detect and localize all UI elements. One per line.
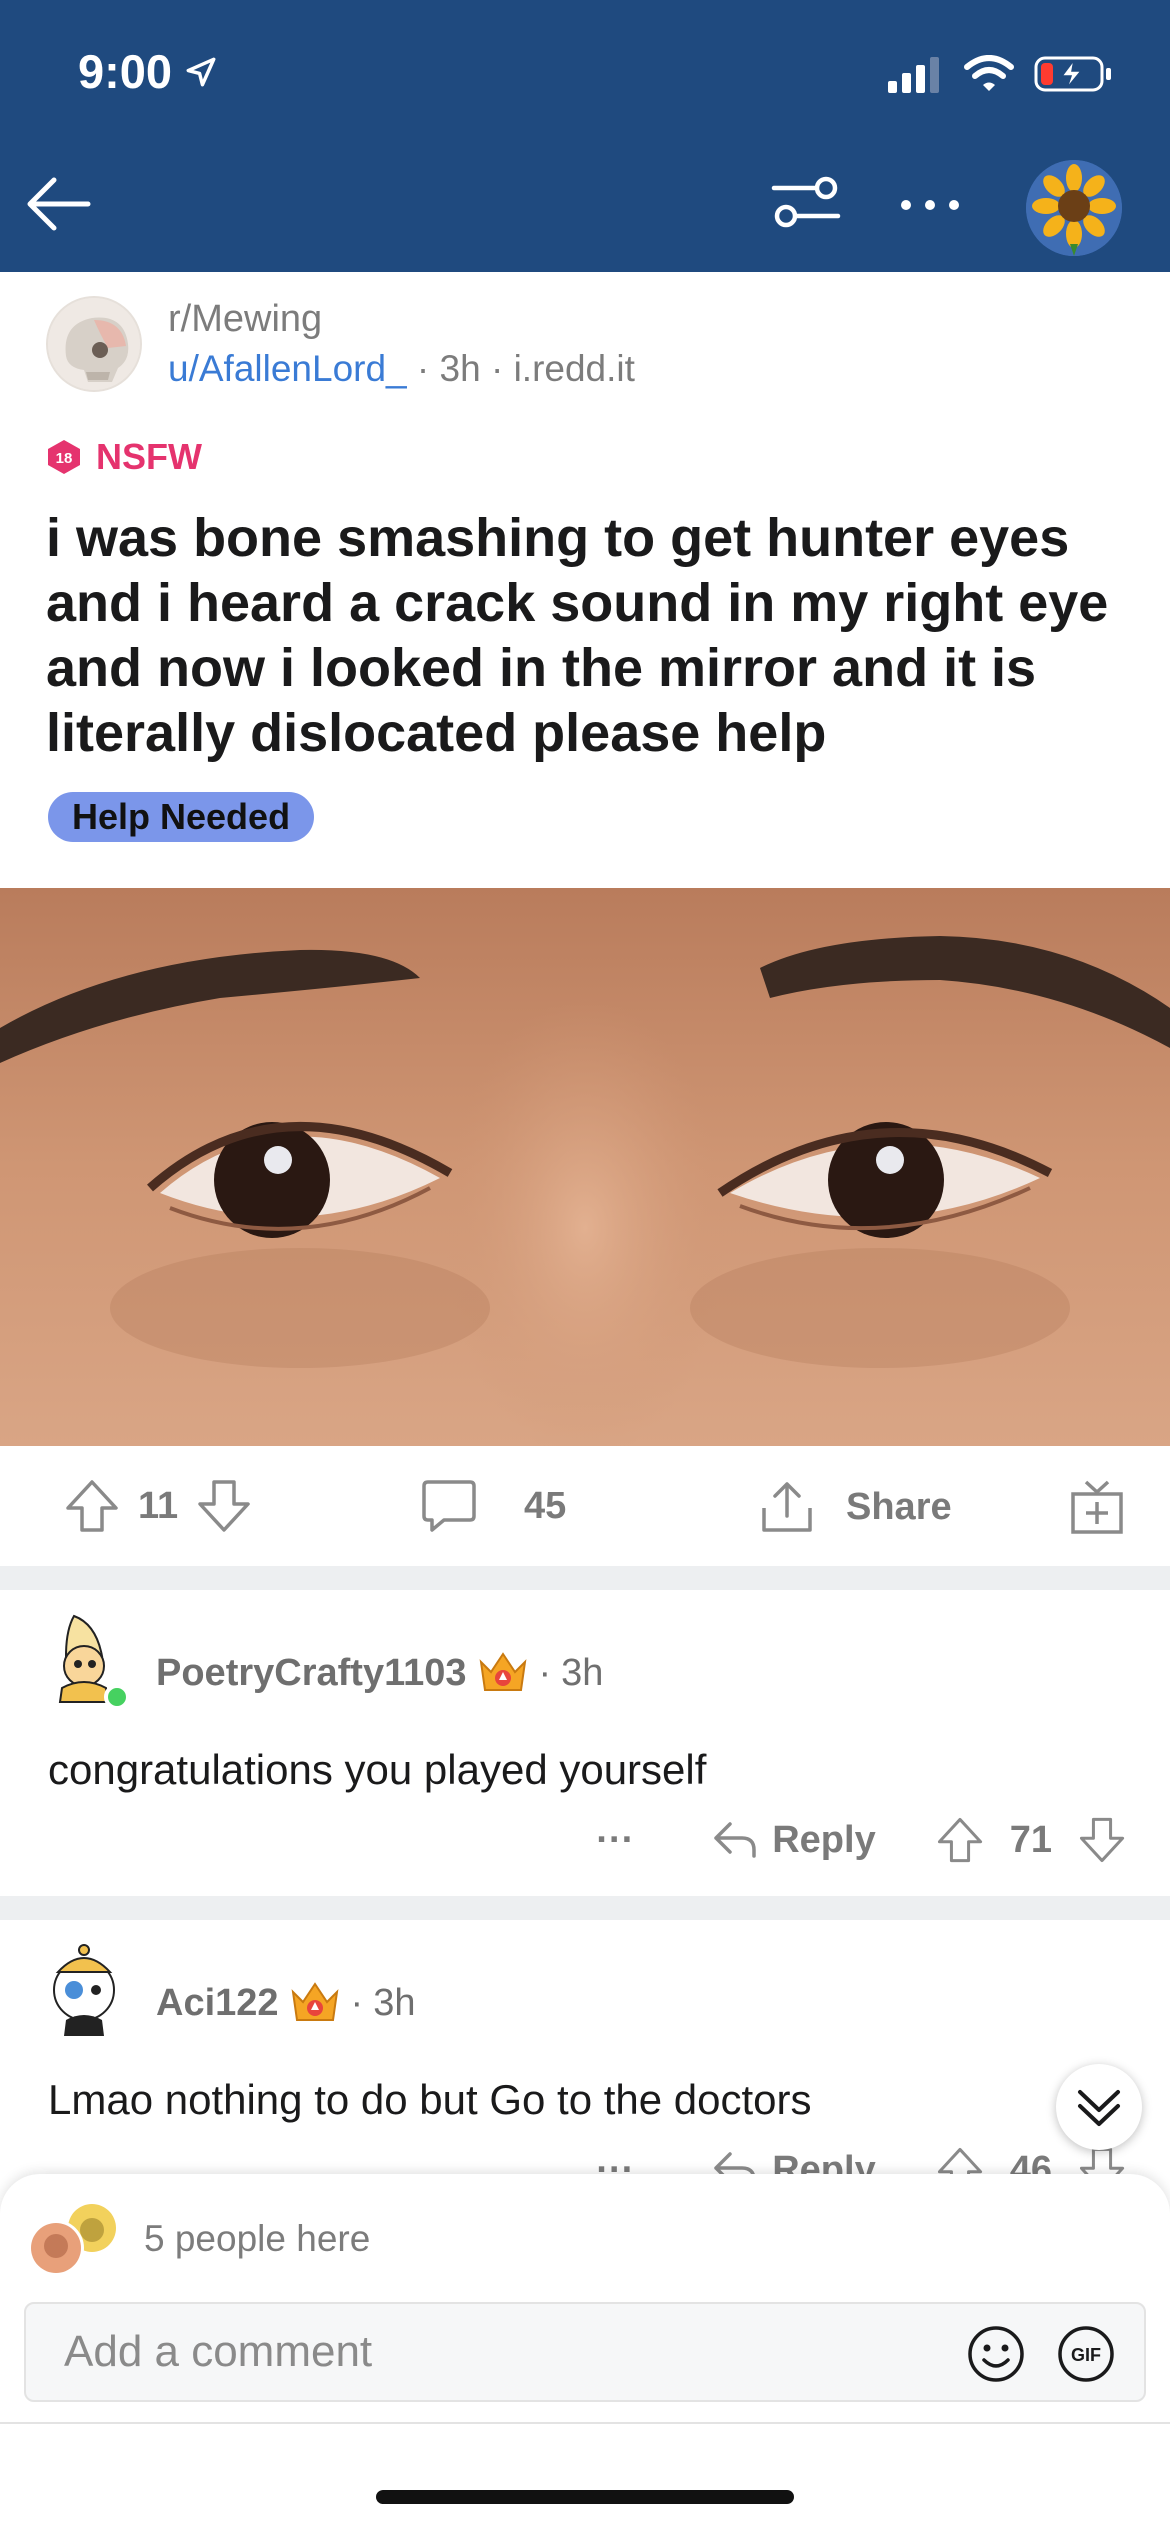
post-domain[interactable]: i.redd.it (514, 348, 635, 389)
post-image[interactable] (0, 888, 1170, 1446)
comment-actions: ··· Reply 71 (596, 1816, 1126, 1864)
svg-text:18: 18 (56, 450, 73, 467)
reply-icon (714, 1822, 756, 1858)
comment-username[interactable]: PoetryCrafty1103 (156, 1652, 467, 1695)
commenter-avatar[interactable] (36, 1940, 132, 2036)
post-meta: u/AfallenLord_ · 3h · i.redd.it (168, 348, 635, 390)
comment-count: 45 (524, 1484, 567, 1527)
nsfw-tag: 18 NSFW (46, 436, 202, 478)
emoji-icon[interactable] (966, 2324, 1026, 2384)
status-bar-time: 9:00 (78, 44, 218, 99)
comment-body: Lmao nothing to do but Go to the doctors (48, 2076, 812, 2123)
presence-avatars (28, 2204, 116, 2276)
chevron-down-icon (1078, 2090, 1120, 2126)
post-action-bar: 11 45 Share (0, 1448, 1170, 1568)
post-score: 11 (138, 1484, 179, 1527)
nsfw-label: NSFW (96, 436, 202, 477)
nsfw-18-icon: 18 (48, 440, 80, 474)
reply-button[interactable]: Reply (712, 1818, 876, 1862)
post-age: 3h (439, 348, 481, 389)
upvote-icon[interactable] (936, 1816, 984, 1864)
comment-age: 3h (373, 1981, 416, 2024)
top-navigation-bar: 9:00 (0, 0, 1170, 272)
share-icon (762, 1482, 812, 1532)
back-arrow-icon[interactable] (22, 168, 94, 240)
presence-count: 5 people here (144, 2218, 371, 2259)
section-divider (0, 1566, 1170, 1590)
gift-icon (1071, 1480, 1123, 1534)
post-flair[interactable]: Help Needed (48, 792, 315, 842)
comment-composer: 5 people here GIF (0, 2174, 1170, 2532)
subreddit-name[interactable]: r/Mewing (168, 298, 322, 341)
meta-separator: · (490, 348, 504, 389)
post-title[interactable]: i was bone smashing to get hunter eyes a… (46, 506, 1136, 766)
next-comment-button[interactable] (1056, 2064, 1142, 2150)
comment-icon (422, 1480, 476, 1532)
comment-header: PoetryCrafty1103 · 3h (156, 1650, 603, 1696)
wifi-icon (964, 55, 1014, 91)
comment-body: congratulations you played yourself (48, 1746, 707, 1793)
downvote-icon[interactable] (1078, 1816, 1126, 1864)
status-time-text: 9:00 (78, 45, 173, 98)
comment-separator: · (538, 1651, 552, 1694)
online-indicator (104, 1684, 130, 1710)
comment-separator: · (350, 1981, 364, 2024)
filter-icon[interactable] (770, 172, 842, 232)
post-author[interactable]: u/AfallenLord_ (168, 348, 407, 389)
reply-label: Reply (772, 1818, 876, 1861)
signal-icon (888, 57, 939, 93)
comment-age: 3h (561, 1651, 604, 1694)
subreddit-avatar[interactable] (46, 296, 142, 392)
comment-score: 71 (1009, 1818, 1052, 1861)
more-icon[interactable] (898, 180, 962, 230)
svg-text:GIF: GIF (1071, 2345, 1101, 2365)
award-button[interactable] (1068, 1478, 1126, 1536)
comment-more-button[interactable]: ··· (596, 1819, 634, 1862)
share-label: Share (846, 1485, 952, 1528)
home-indicator[interactable] (376, 2490, 794, 2504)
gif-icon[interactable]: GIF (1056, 2324, 1116, 2384)
sunflower-avatar[interactable] (1026, 160, 1122, 256)
award-icon (479, 1652, 526, 1691)
comment-input-box: GIF (24, 2302, 1146, 2402)
composer-divider (0, 2422, 1170, 2424)
award-icon (291, 1982, 338, 2021)
upvote-icon[interactable] (64, 1478, 120, 1534)
status-icons (886, 54, 1114, 94)
downvote-icon[interactable] (196, 1478, 252, 1534)
location-arrow-icon (186, 57, 216, 86)
comment-input[interactable] (64, 2304, 924, 2400)
meta-separator: · (416, 348, 430, 389)
vote-group: 11 (64, 1478, 252, 1534)
battery-icon (1034, 56, 1111, 92)
share-button[interactable]: Share (758, 1478, 952, 1536)
comment-header: Aci122 · 3h (156, 1980, 415, 2026)
comment-username[interactable]: Aci122 (156, 1982, 279, 2025)
section-divider (0, 1896, 1170, 1920)
comments-button[interactable]: 45 (420, 1478, 566, 1534)
